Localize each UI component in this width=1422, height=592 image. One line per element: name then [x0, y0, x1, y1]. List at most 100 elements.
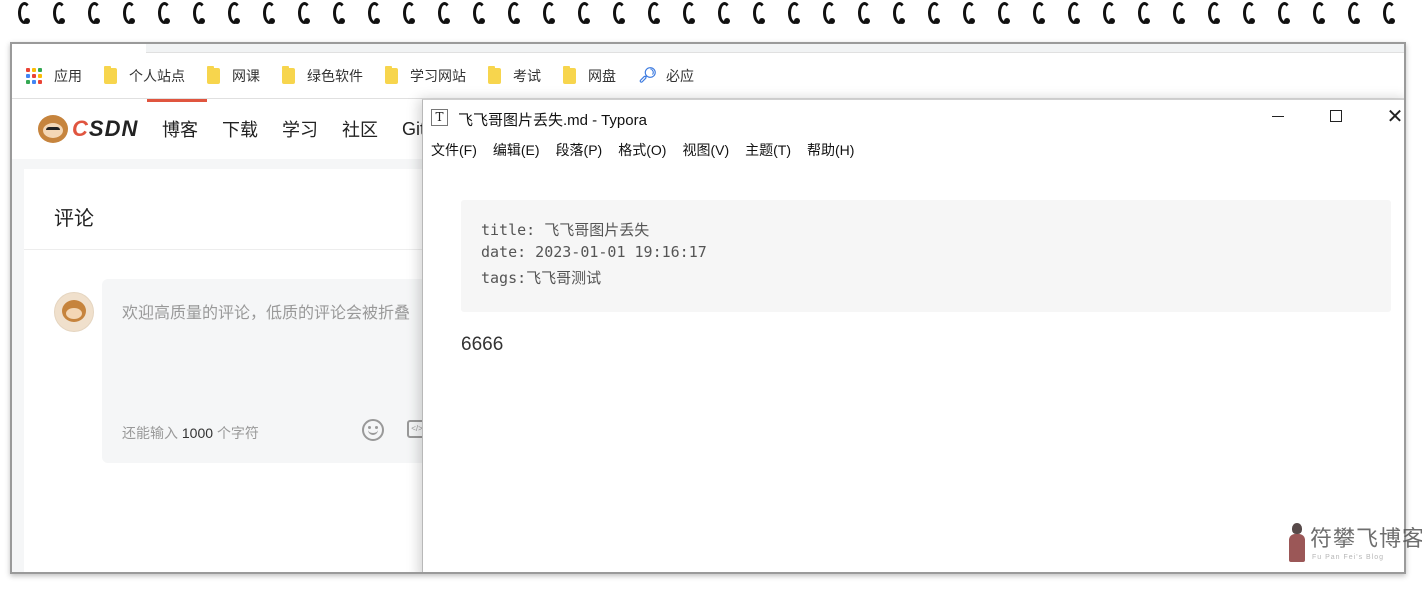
- yaml-front-matter[interactable]: title: 飞飞哥图片丢失 date: 2023-01-01 19:16:17…: [461, 200, 1391, 312]
- folder-icon: [207, 66, 220, 84]
- spiral-ring: [123, 2, 136, 24]
- menu-help[interactable]: 帮助(H): [807, 138, 854, 162]
- spiral-ring: [1278, 2, 1291, 24]
- document-paragraph[interactable]: 6666: [461, 334, 503, 356]
- nav-item-learn[interactable]: 学习: [282, 116, 318, 142]
- bookmark-label: 必应: [666, 68, 694, 84]
- spiral-ring: [333, 2, 346, 24]
- bookmark-label: 网课: [232, 68, 260, 84]
- spiral-ring: [648, 2, 661, 24]
- bookmark-exam[interactable]: 考试: [488, 66, 541, 86]
- spiral-ring: [1243, 2, 1256, 24]
- spiral-ring: [158, 2, 171, 24]
- spiral-ring: [473, 2, 486, 24]
- folder-icon: [488, 66, 501, 84]
- comment-title: 评论: [54, 208, 94, 230]
- spiral-ring: [368, 2, 381, 24]
- spiral-ring: [403, 2, 416, 24]
- comment-input[interactable]: 欢迎高质量的评论，低质的评论会被折叠 还能输入 1000 个字符 </>: [102, 279, 444, 463]
- menu-view[interactable]: 视图(V): [682, 138, 729, 162]
- bookmark-label: 考试: [513, 68, 541, 84]
- maximize-button[interactable]: [1307, 100, 1365, 134]
- watermark-text: 符攀飞博客: [1310, 527, 1422, 552]
- folder-icon: [282, 66, 295, 84]
- active-tab-indicator: [147, 99, 207, 102]
- spiral-ring: [578, 2, 591, 24]
- spiral-ring: [438, 2, 451, 24]
- bookmark-label: 学习网站: [410, 68, 466, 84]
- front-matter-date: date: 2023-01-01 19:16:17: [481, 243, 707, 261]
- spiral-ring: [1033, 2, 1046, 24]
- avatar[interactable]: [54, 292, 94, 332]
- folder-icon: [104, 66, 117, 84]
- typora-window: T 飞飞哥图片丢失.md - Typora ✕ 文件(F) 编辑(E) 段落(P…: [422, 99, 1404, 572]
- char-count-suffix: 个字符: [216, 425, 259, 441]
- nav-item-community[interactable]: 社区: [342, 116, 378, 142]
- spiral-ring: [1103, 2, 1116, 24]
- spiral-ring: [613, 2, 626, 24]
- spiral-ring: [1173, 2, 1186, 24]
- menu-paragraph[interactable]: 段落(P): [556, 138, 603, 162]
- bookmark-netdisk[interactable]: 网盘: [563, 66, 616, 86]
- spiral-ring: [753, 2, 766, 24]
- menu-theme[interactable]: 主题(T): [745, 138, 791, 162]
- csdn-mascot-icon: [38, 115, 68, 143]
- nav-item-download[interactable]: 下载: [222, 116, 258, 142]
- divider: [24, 249, 444, 250]
- spiral-ring: [508, 2, 521, 24]
- csdn-logo[interactable]: CSDN: [38, 115, 148, 143]
- menu-format[interactable]: 格式(O): [618, 138, 666, 162]
- spiral-ring: [998, 2, 1011, 24]
- csdn-logo-text: CSDN: [72, 116, 139, 141]
- nav-item-blog[interactable]: 博客: [162, 116, 198, 142]
- char-count: 还能输入 1000 个字符: [122, 423, 259, 443]
- spiral-ring: [228, 2, 241, 24]
- comment-placeholder: 欢迎高质量的评论，低质的评论会被折叠: [122, 305, 411, 322]
- bookmark-green-software[interactable]: 绿色软件: [282, 66, 363, 86]
- spiral-ring: [88, 2, 101, 24]
- bookmark-apps[interactable]: 应用: [26, 66, 82, 86]
- folder-icon: [563, 66, 576, 84]
- spiral-ring: [18, 2, 31, 24]
- maximize-icon: [1330, 109, 1342, 122]
- menu-file[interactable]: 文件(F): [431, 138, 477, 162]
- bookmark-label: 网盘: [588, 68, 616, 84]
- spiral-ring: [1068, 2, 1081, 24]
- bookmark-personal-site[interactable]: 个人站点: [104, 66, 185, 86]
- bookmark-bing[interactable]: 🔎︎ 必应: [638, 66, 694, 86]
- spiral-ring: [788, 2, 801, 24]
- spiral-ring: [543, 2, 556, 24]
- spiral-ring: [823, 2, 836, 24]
- close-button[interactable]: ✕: [1366, 100, 1404, 134]
- folder-icon: [385, 66, 398, 84]
- bookmarks-bar: 应用 个人站点 网课 绿色软件 学习网站 考试 网盘 🔎︎ 必应: [12, 54, 1404, 99]
- menu-bar: 文件(F) 编辑(E) 段落(P) 格式(O) 视图(V) 主题(T) 帮助(H…: [423, 138, 862, 162]
- spiral-ring: [893, 2, 906, 24]
- bookmark-study-sites[interactable]: 学习网站: [385, 66, 466, 86]
- window-title: 飞飞哥图片丢失.md - Typora: [458, 112, 647, 129]
- emoji-icon[interactable]: [362, 419, 384, 441]
- blog-watermark: 符攀飞博客 Fu Pan Fei's Blog: [1284, 520, 1422, 566]
- spiral-ring: [298, 2, 311, 24]
- watermark-figure-icon: [1288, 523, 1306, 563]
- spiral-ring: [928, 2, 941, 24]
- menu-edit[interactable]: 编辑(E): [493, 138, 540, 162]
- minimize-button[interactable]: [1249, 100, 1307, 134]
- close-icon: ✕: [1386, 106, 1404, 128]
- char-count-prefix: 还能输入: [122, 425, 178, 441]
- spiral-ring: [53, 2, 66, 24]
- bookmark-online-course[interactable]: 网课: [207, 66, 260, 86]
- spiral-ring: [1383, 2, 1396, 24]
- browser-address-strip: [146, 44, 1404, 53]
- bookmark-label: 个人站点: [129, 68, 185, 84]
- search-icon: 🔎︎: [638, 67, 658, 84]
- spiral-ring: [1208, 2, 1221, 24]
- window-titlebar[interactable]: T 飞飞哥图片丢失.md - Typora ✕: [423, 100, 1404, 134]
- spiral-ring: [1313, 2, 1326, 24]
- spiral-ring: [718, 2, 731, 24]
- spiral-ring: [858, 2, 871, 24]
- comment-section: 评论 欢迎高质量的评论，低质的评论会被折叠 还能输入 1000 个字符 </>: [24, 169, 444, 572]
- bookmark-label: 应用: [54, 68, 82, 84]
- minimize-icon: [1272, 116, 1284, 118]
- spiral-binding: [0, 0, 1422, 34]
